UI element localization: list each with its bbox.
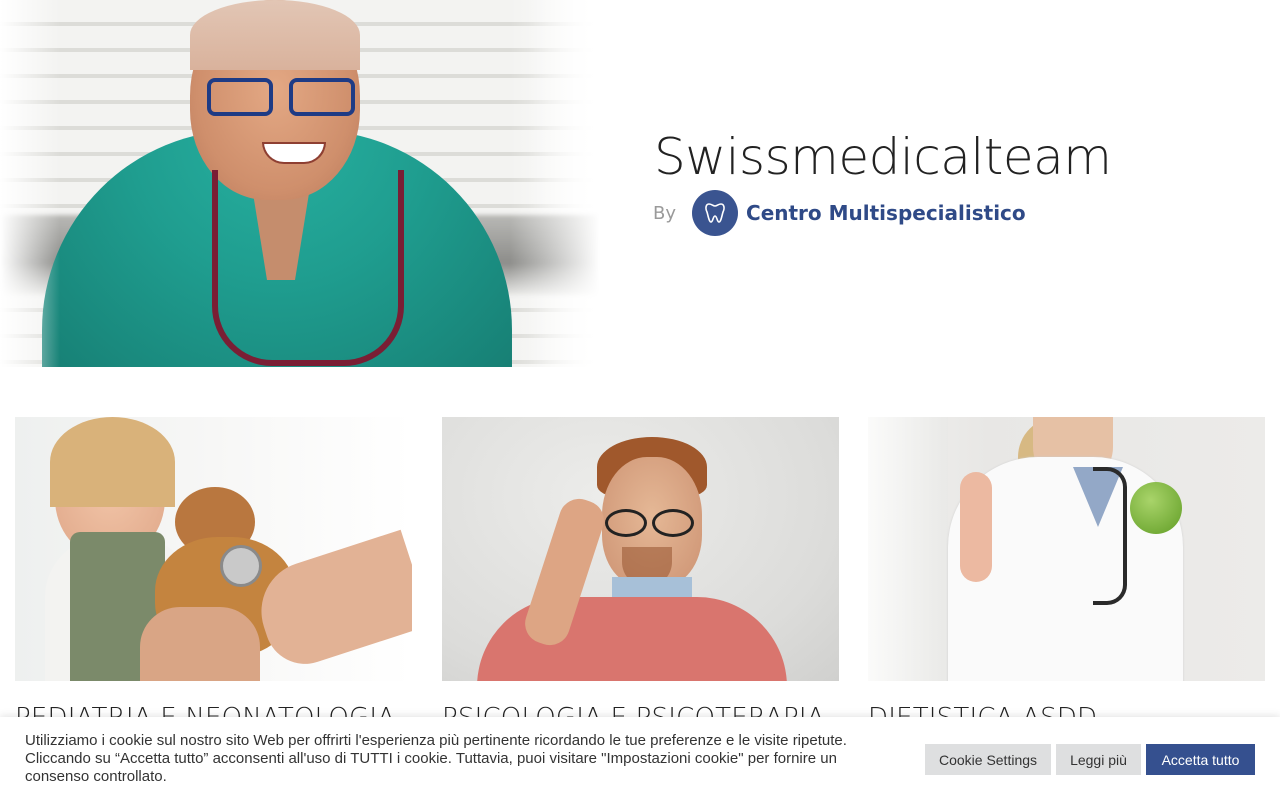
tooth-icon (705, 203, 725, 223)
by-label: By (653, 202, 677, 224)
read-more-button[interactable]: Leggi più (1056, 744, 1141, 775)
hero-image-fade-left (0, 0, 60, 367)
author-link[interactable]: Centro Multispecialistico (746, 201, 1026, 225)
byline: By Centro Multispecialistico (653, 190, 1026, 236)
cookie-consent-bar: Utilizziamo i cookie sul nostro sito Web… (0, 717, 1280, 800)
cookie-settings-button[interactable]: Cookie Settings (925, 744, 1051, 775)
accept-all-button[interactable]: Accetta tutto (1146, 744, 1255, 775)
card-image-psicologia (442, 417, 839, 681)
card-image-pediatria (15, 417, 412, 681)
hero-image-doctor-hair (190, 0, 360, 70)
cookie-message: Utilizziamo i cookie sul nostro sito Web… (25, 732, 847, 785)
hero-image-stethoscope (212, 170, 404, 366)
card-image-dietistica (868, 417, 1265, 681)
author-avatar[interactable] (692, 190, 739, 236)
hero-image-fade-right (510, 0, 600, 367)
service-card-psicologia[interactable]: PSICOLOGIA E PSICOTERAPIA (442, 417, 839, 733)
hero-image (0, 0, 600, 367)
service-card-dietistica[interactable]: DIETISTICA ASDD (868, 417, 1265, 733)
hero-image-doctor-glasses (207, 78, 355, 116)
service-card-pediatria[interactable]: PEDIATRIA E NEONATOLOGIA (15, 417, 412, 733)
page-title: Swissmedicalteam (654, 128, 1112, 186)
